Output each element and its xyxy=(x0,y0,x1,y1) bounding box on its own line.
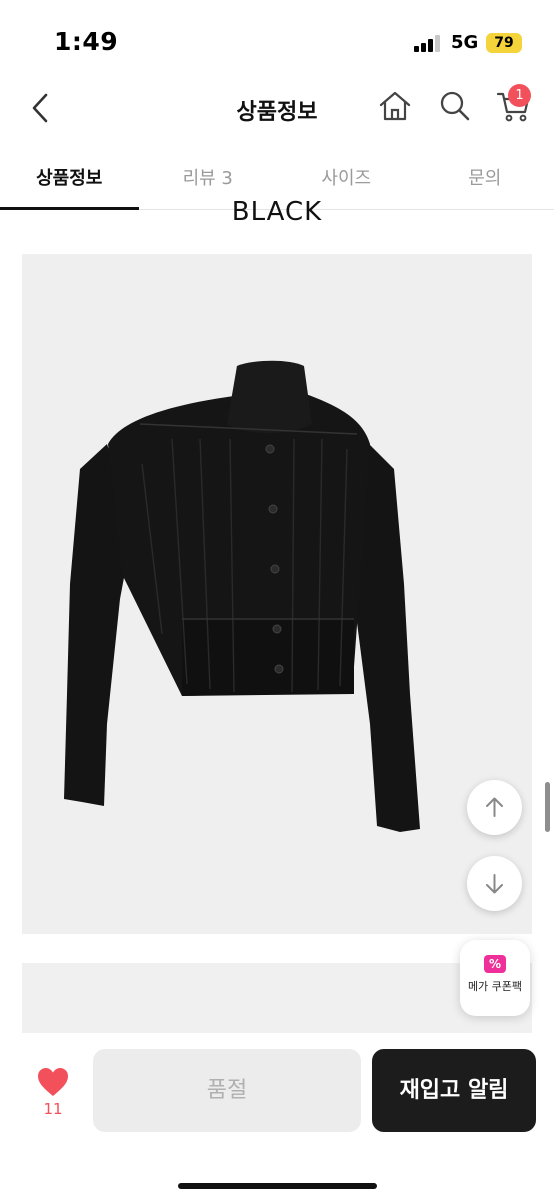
home-button[interactable] xyxy=(377,88,413,124)
status-bar: 1:49 5G 79 xyxy=(0,0,554,78)
signal-icon xyxy=(414,34,440,52)
like-count: 11 xyxy=(43,1100,63,1118)
scroll-down-button[interactable] xyxy=(467,856,522,911)
bottom-action-bar: 11 품절 재입고 알림 xyxy=(0,1040,554,1200)
cart-count-badge: 1 xyxy=(508,84,531,107)
battery-level: 79 xyxy=(494,35,514,51)
home-icon xyxy=(379,91,411,121)
scroll-up-button[interactable] xyxy=(467,780,522,835)
like-button[interactable]: 11 xyxy=(34,1062,72,1124)
home-indicator xyxy=(178,1183,377,1189)
arrow-down-icon xyxy=(486,874,503,894)
status-time: 1:49 xyxy=(54,27,119,56)
network-type: 5G xyxy=(451,32,479,53)
arrow-up-icon xyxy=(486,797,503,817)
top-header: 상품정보 xyxy=(0,78,554,140)
cardigan-illustration xyxy=(64,360,420,832)
restock-alert-button[interactable]: 재입고 알림 xyxy=(372,1049,536,1132)
search-button[interactable] xyxy=(437,88,473,124)
search-icon xyxy=(440,91,470,121)
scrollbar[interactable] xyxy=(545,782,550,832)
next-product-image xyxy=(22,963,532,1033)
heart-icon xyxy=(38,1068,68,1096)
color-label: BLACK xyxy=(231,197,323,227)
coupon-label: 메가 쿠폰팩 xyxy=(467,980,523,993)
sold-out-button: 품절 xyxy=(93,1049,361,1132)
back-button[interactable] xyxy=(26,90,58,126)
coupon-icon: % xyxy=(484,955,506,973)
chevron-left-icon xyxy=(32,93,48,123)
battery-indicator: 79 xyxy=(486,33,522,53)
product-image xyxy=(22,254,532,934)
mega-coupon-button[interactable]: % 메가 쿠폰팩 xyxy=(460,940,530,1016)
